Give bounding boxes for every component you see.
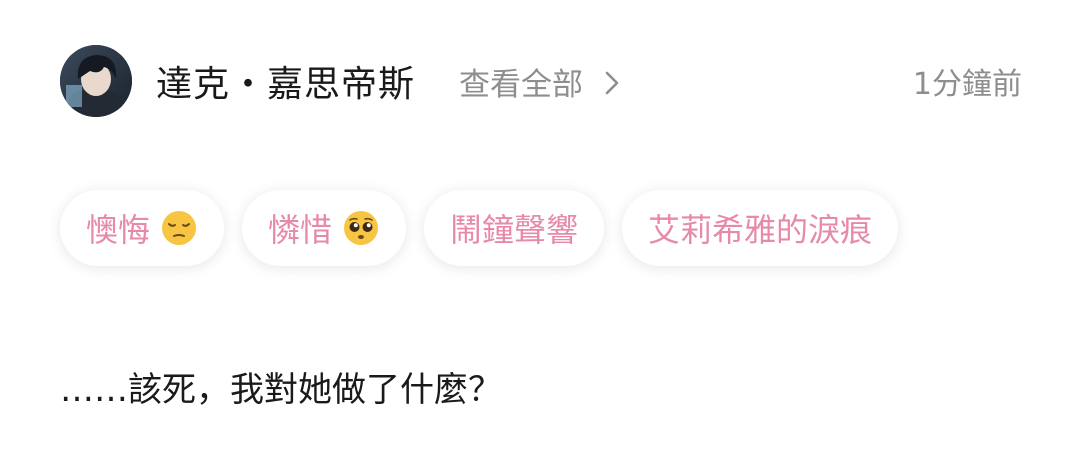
tag-chip[interactable]: 懊悔	[60, 190, 225, 266]
username[interactable]: 達克・嘉思帝斯	[156, 55, 415, 107]
view-all-link[interactable]: 查看全部	[459, 59, 623, 104]
avatar[interactable]	[60, 45, 132, 117]
tag-list: 懊悔 憐惜 鬧鐘聲響 艾莉希雅的淚痕	[60, 190, 899, 266]
tag-chip[interactable]: 艾莉希雅的淚痕	[622, 190, 899, 266]
tag-label: 懊悔	[86, 211, 151, 249]
timestamp: 1分鐘前	[912, 67, 1022, 102]
post-header: 達克・嘉思帝斯 查看全部 1分鐘前	[60, 44, 1022, 118]
tag-label: 艾莉希雅的淚痕	[648, 211, 873, 249]
pensive-face-emoji-icon	[160, 209, 198, 247]
tag-chip[interactable]: 鬧鐘聲響	[424, 190, 605, 266]
tag-chip[interactable]: 憐惜	[242, 190, 407, 266]
post-card: 達克・嘉思帝斯 查看全部 1分鐘前 懊悔 憐惜 鬧鐘聲響 艾莉希雅的淚痕 ……該…	[0, 0, 1080, 467]
view-all-label: 查看全部	[459, 66, 584, 103]
message-text: ……該死，我對她做了什麼？	[60, 370, 502, 410]
chevron-right-icon	[601, 68, 623, 95]
tag-label: 鬧鐘聲響	[450, 211, 579, 249]
tag-label: 憐惜	[268, 211, 333, 249]
pleading-face-emoji-icon	[342, 209, 380, 247]
